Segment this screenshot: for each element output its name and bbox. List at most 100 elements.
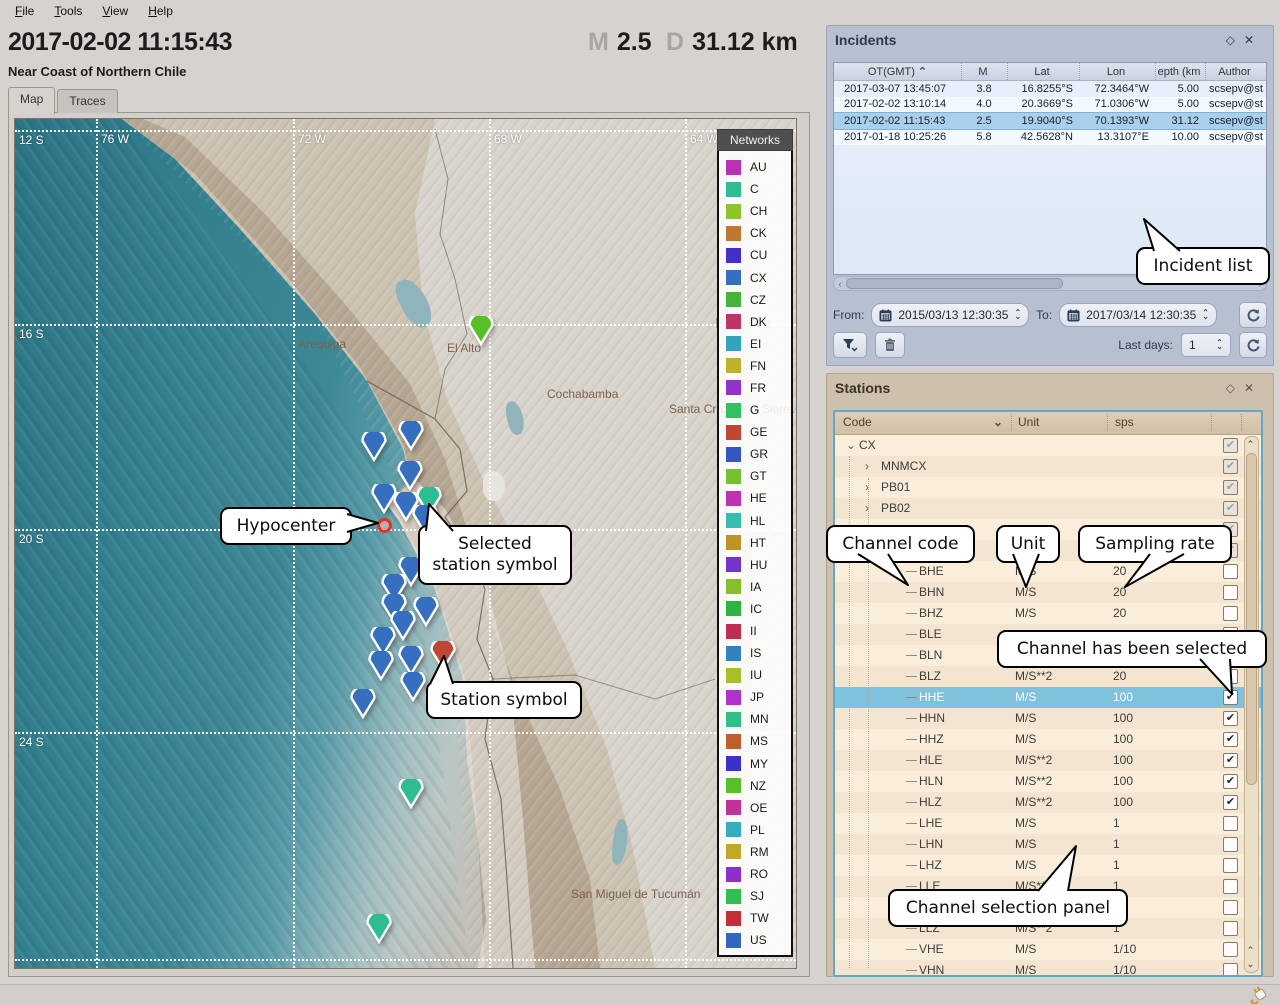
incident-row[interactable]: 2017-02-02 11:15:43 2.5 19.9040°S 70.139… [834,112,1266,130]
incident-row[interactable]: 2017-01-18 10:25:26 5.8 42.5628°N 13.310… [834,130,1266,146]
tree-tick [906,739,917,740]
unit-column-header[interactable]: Unit [1018,415,1039,429]
city-label: Arequipa [298,337,346,351]
channel-row[interactable]: HHZ M/S 100 [835,729,1261,750]
refresh-button[interactable] [1239,302,1267,328]
expander-icon[interactable]: ⌄ [846,438,856,452]
column-header[interactable]: M [961,63,1007,80]
tab[interactable]: Traces [57,89,117,113]
channel-checkbox[interactable] [1223,459,1238,474]
refresh-button[interactable] [1239,332,1267,358]
channel-checkbox[interactable] [1223,438,1238,453]
legend-entry: NZ [719,775,791,797]
scroll-up-icon[interactable]: ⌃ [1245,945,1256,956]
station-symbol[interactable] [349,689,377,719]
filter-button[interactable] [833,332,867,358]
station-symbol[interactable] [367,651,395,681]
longitude-label: 72 W [298,132,326,146]
station-symbol[interactable] [397,421,425,451]
channel-checkbox[interactable] [1223,816,1238,831]
spinner-arrows-icon[interactable]: ⌃⌄ [1216,341,1223,350]
station-symbol[interactable] [365,914,393,944]
close-panel-icon[interactable]: ✕ [1244,33,1263,47]
float-panel-icon[interactable]: ◇ [1226,33,1244,47]
channel-checkbox[interactable] [1223,837,1238,852]
channel-row[interactable]: HLE M/S**2 100 [835,750,1261,771]
float-panel-icon[interactable]: ◇ [1226,381,1244,395]
station-symbol[interactable] [360,432,388,462]
column-header[interactable]: OT(GMT)⌃ [834,63,961,80]
from-datetime-field[interactable]: 2015/03/13 12:30:35 ⌃⌄ [871,303,1029,327]
last-days-label: Last days: [1118,338,1173,352]
channel-row[interactable]: › PB01 [835,477,1261,498]
latitude-gridline [15,959,796,961]
channel-checkbox[interactable] [1223,942,1238,957]
channel-row[interactable]: BHZ M/S 20 [835,603,1261,624]
latitude-gridline [15,529,796,531]
column-header[interactable]: Lat [1007,63,1079,80]
channel-row[interactable]: HHN M/S 100 [835,708,1261,729]
menu-item[interactable]: View [93,1,137,21]
last-days-spinbox[interactable]: 1 ⌃⌄ [1181,333,1231,357]
channel-checkbox[interactable] [1223,606,1238,621]
channel-checkbox[interactable] [1223,879,1238,894]
scrollbar-handle[interactable] [846,278,1063,289]
channel-checkbox[interactable] [1223,564,1238,579]
channel-row[interactable]: HLZ M/S**2 100 [835,792,1261,813]
spinner-arrows-icon[interactable]: ⌃⌄ [1202,311,1209,320]
sps-cell: 1 [1113,858,1120,872]
menu-item[interactable]: File [6,1,43,21]
channel-row[interactable]: › MNMCX [835,456,1261,477]
scroll-up-icon[interactable]: ⌃ [1245,439,1256,450]
channel-checkbox[interactable] [1223,900,1238,915]
code-column-header[interactable]: Code [843,415,872,429]
channel-checkbox[interactable] [1223,795,1238,810]
longitude-cell: 13.3107°E [1079,131,1155,143]
channel-checkbox[interactable] [1223,858,1238,873]
incident-row[interactable]: 2017-03-07 13:45:07 3.8 16.8255°S 72.346… [834,81,1266,97]
channel-row[interactable]: › PB02 [835,498,1261,519]
close-panel-icon[interactable]: ✕ [1244,381,1263,395]
column-header[interactable]: Author [1205,63,1266,80]
clear-button[interactable] [875,332,905,358]
channel-checkbox[interactable] [1223,501,1238,516]
channel-checkbox[interactable] [1223,921,1238,936]
station-symbol[interactable] [399,672,427,702]
longitude-cell: 72.3464°W [1079,83,1155,95]
tab[interactable]: Map [8,87,55,114]
column-header[interactable]: epth (km [1155,63,1205,80]
scroll-down-icon[interactable]: ⌄ [1245,959,1256,970]
incident-table: OT(GMT)⌃ M Lat Lon epth (km [833,62,1267,275]
station-symbol[interactable] [467,316,495,346]
channel-row[interactable]: HLN M/S**2 100 [835,771,1261,792]
channel-checkbox[interactable] [1223,732,1238,747]
expander-icon[interactable]: › [865,459,869,473]
sps-column-header[interactable]: sps [1115,415,1134,429]
channel-checkbox[interactable] [1223,753,1238,768]
depth-cell: 5.00 [1155,83,1205,95]
menu-item[interactable]: Tools [45,1,91,21]
legend-entry: CH [719,200,791,222]
channel-checkbox[interactable] [1223,711,1238,726]
channel-checkbox[interactable] [1223,963,1238,977]
spinner-arrows-icon[interactable]: ⌃⌄ [1014,311,1021,320]
channel-row[interactable]: VHN M/S 1/10 [835,960,1261,977]
network-code: JP [750,690,764,704]
map-canvas[interactable]: 12 S 16 S 20 S 24 S [14,118,797,969]
channel-checkbox[interactable] [1223,774,1238,789]
channel-row[interactable]: ⌄ CX [835,435,1261,456]
channel-row[interactable]: VHE M/S 1/10 [835,939,1261,960]
channel-checkbox[interactable] [1223,585,1238,600]
scrollbar-handle[interactable] [1246,453,1257,785]
scroll-left-icon[interactable]: ‹ [834,279,846,289]
channel-row[interactable]: LHE M/S 1 [835,813,1261,834]
to-datetime-field[interactable]: 2017/03/14 12:30:35 ⌃⌄ [1059,303,1217,327]
column-header[interactable]: Lon [1079,63,1155,80]
menu-item[interactable]: Help [139,1,182,21]
channel-checkbox[interactable] [1223,480,1238,495]
chevron-down-icon[interactable]: ⌄ [993,415,1003,429]
legend-entry: AU [719,156,791,178]
station-symbol[interactable] [397,779,425,809]
stations-vertical-scrollbar[interactable]: ⌃ ⌃ ⌄ [1244,436,1259,973]
incident-row[interactable]: 2017-02-02 13:10:14 4.0 20.3669°S 71.030… [834,97,1266,113]
